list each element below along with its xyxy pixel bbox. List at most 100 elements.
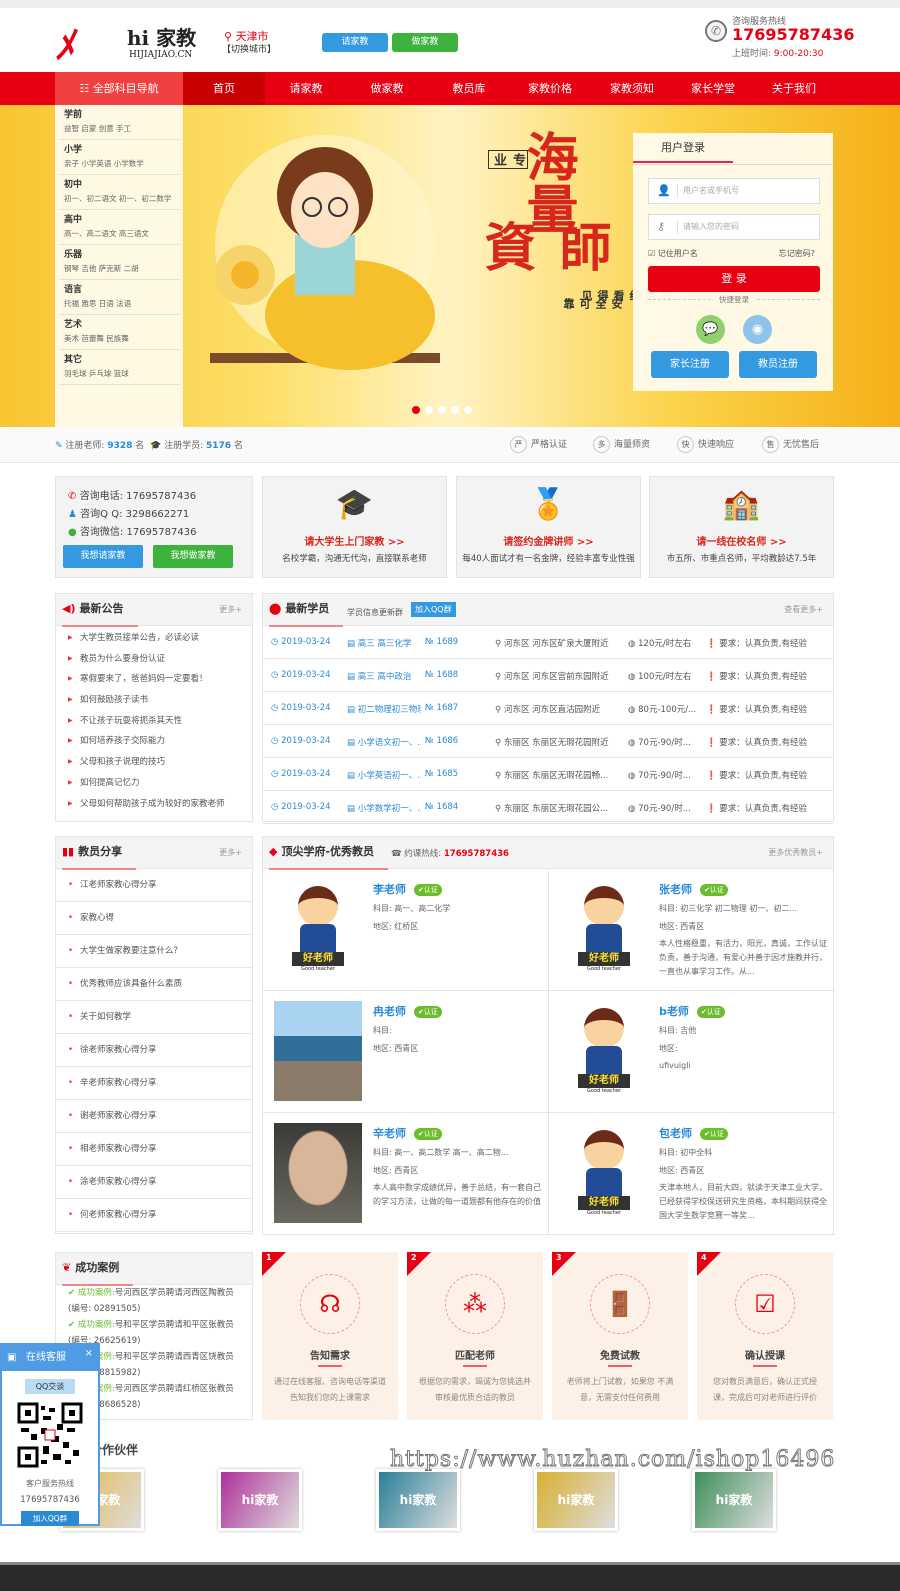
student-row[interactable]: ◷ 2019-03-24 ▤ 初二物理初三物理 № 1687 ⚲ 河东区 河东区直沽园…: [263, 692, 833, 725]
share-item[interactable]: 江老师家教心得分享: [56, 869, 252, 902]
notice-item[interactable]: 如何提高记忆力: [56, 773, 252, 794]
carousel-dot[interactable]: [451, 406, 459, 414]
subject-group-title[interactable]: 初中: [64, 178, 174, 192]
feature-card-students[interactable]: 🎓 请大学生上门家教 >> 名校学霸，沟通无代沟，直接联系老师: [262, 476, 447, 578]
qq-login-icon[interactable]: ◉: [743, 315, 772, 344]
subject-group-title[interactable]: 其它: [64, 353, 174, 367]
subject-group-title[interactable]: 学前: [64, 108, 174, 122]
student-row[interactable]: ◷ 2019-03-24 ▤ 小学数学初一、... № 1684 ⚲ 东丽区 东丽区无…: [263, 791, 833, 824]
share-item[interactable]: 谢老师家教心得分享: [56, 1100, 252, 1133]
notice-item[interactable]: 教员为什么要身份认证: [56, 649, 252, 670]
notice-item[interactable]: 如何鼓励孩子读书: [56, 690, 252, 711]
login-button[interactable]: 登 录: [648, 266, 820, 292]
student-row[interactable]: ◷ 2019-03-24 ▤ 小学语文初一、... № 1686 ⚲ 东丽区 东丽区无…: [263, 725, 833, 758]
student-row[interactable]: ◷ 2019-03-24 ▤ 高三 高中政治 № 1688 ⚲ 河东区 河东区宫前东园…: [263, 659, 833, 692]
notice-item[interactable]: 寒假要来了，爸爸妈妈一定要看！: [56, 669, 252, 690]
share-item[interactable]: 家教心得: [56, 902, 252, 935]
teacher-avatar[interactable]: 好老师 Good teacher: [561, 1001, 647, 1101]
hire-tutor-button[interactable]: 请家教: [322, 33, 388, 52]
share-item[interactable]: 关于如何教学: [56, 1001, 252, 1034]
notice-item[interactable]: 如何培养孩子交际能力: [56, 731, 252, 752]
teacher-name[interactable]: 辛老师: [373, 1127, 406, 1140]
notice-item[interactable]: 不让孩子玩耍将扼杀其天性: [56, 711, 252, 732]
login-tab[interactable]: 用户登录: [633, 133, 733, 163]
site-logo[interactable]: ﾒ hi 家教 HIJIAJIAO.CN: [55, 14, 205, 67]
join-qq-group-button[interactable]: 加入QQ群: [411, 602, 456, 617]
carousel-dot[interactable]: [464, 406, 472, 414]
carousel-dot[interactable]: [412, 406, 420, 414]
remember-checkbox[interactable]: ☑ 记住用户名: [648, 248, 698, 259]
nav-home[interactable]: 首页: [183, 72, 265, 105]
teacher-card[interactable]: 好老师 Good teacher 张老师 ✔认证 科目: 初三化学 初二物理 初一、初二…: [549, 869, 835, 991]
subject-links[interactable]: 美术 芭蕾舞 民族舞: [64, 332, 174, 345]
teacher-card[interactable]: 辛老师 ✔认证 科目: 高一、高二数学 高一、高二物... 地区: 西青区 本人高中数学…: [263, 1113, 549, 1235]
share-item[interactable]: 辛老师家教心得分享: [56, 1067, 252, 1100]
nav-teach[interactable]: 做家教: [346, 72, 428, 105]
subject-links[interactable]: 钢琴 吉他 萨克斯 二胡: [64, 262, 174, 275]
partner-logo[interactable]: hi家教: [692, 1469, 776, 1531]
subject-links[interactable]: 高一、高二语文 高三语文: [64, 227, 174, 240]
partner-logo[interactable]: hi家教: [376, 1469, 460, 1531]
share-item[interactable]: 优秀教师应该具备什么素质: [56, 968, 252, 1001]
students-more-link[interactable]: 查看更多+: [784, 604, 823, 615]
nav-hire[interactable]: 请家教: [265, 72, 347, 105]
nav-about[interactable]: 关于我们: [753, 72, 835, 105]
all-subjects-nav[interactable]: ☷ 全部科目导航: [55, 72, 183, 105]
teacher-card[interactable]: 冉老师 ✔认证 科目: 地区: 西青区: [263, 991, 549, 1113]
notice-more-link[interactable]: 更多+: [219, 604, 242, 615]
become-tutor-button[interactable]: 做家教: [392, 33, 458, 52]
share-item[interactable]: 何老师家教心得分享: [56, 1199, 252, 1232]
subject-links[interactable]: 亲子 小学英语 小学数学: [64, 157, 174, 170]
teacher-avatar[interactable]: 好老师 Good teacher: [275, 879, 361, 979]
subject-group-title[interactable]: 小学: [64, 143, 174, 157]
subject-links[interactable]: 益智 启蒙 创意 手工: [64, 122, 174, 135]
want-hire-button[interactable]: 我想请家教: [63, 545, 143, 568]
partner-logo[interactable]: hi家教: [218, 1469, 302, 1531]
subject-links[interactable]: 托福 雅思 日语 法语: [64, 297, 174, 310]
subject-links[interactable]: 初一、初二语文 初一、初二数学: [64, 192, 174, 205]
teacher-avatar[interactable]: [274, 1001, 362, 1101]
teacher-card[interactable]: 好老师 Good teacher 包老师 ✔认证 科目: 初中全科 地区: 西青区 天津本地…: [549, 1113, 835, 1235]
teacher-register-button[interactable]: 教员注册: [739, 351, 817, 378]
want-teach-button[interactable]: 我想做家教: [153, 545, 233, 568]
close-icon[interactable]: ×: [85, 1341, 93, 1367]
teacher-name[interactable]: 冉老师: [373, 1005, 406, 1018]
nav-notice[interactable]: 家教须知: [591, 72, 673, 105]
parent-register-button[interactable]: 家长注册: [651, 351, 729, 378]
subject-group-title[interactable]: 乐器: [64, 248, 174, 262]
partner-logo[interactable]: hi家教: [534, 1469, 618, 1531]
qq-chat-button[interactable]: QQ交谈: [25, 1379, 75, 1394]
forgot-password-link[interactable]: 忘记密码?: [779, 248, 815, 259]
feature-card-gold[interactable]: 🏅 请签约金牌讲师 >> 每40人面试才有一名金牌，经验丰富专业性强: [456, 476, 641, 578]
share-more-link[interactable]: 更多+: [219, 847, 242, 858]
subject-group-title[interactable]: 艺术: [64, 318, 174, 332]
carousel-dot[interactable]: [425, 406, 433, 414]
teacher-avatar[interactable]: [274, 1123, 362, 1223]
nav-teachers[interactable]: 教员库: [428, 72, 510, 105]
subject-group-title[interactable]: 高中: [64, 213, 174, 227]
wechat-login-icon[interactable]: 💬: [696, 315, 725, 344]
notice-item[interactable]: 大学生教员接单公告，必读必读: [56, 628, 252, 649]
notice-item[interactable]: 父母和孩子说理的技巧: [56, 752, 252, 773]
share-item[interactable]: 相老师家教心得分享: [56, 1133, 252, 1166]
carousel-dot[interactable]: [438, 406, 446, 414]
case-item[interactable]: ✔ 成功案例:号河西区学员聘请河西区陶教员(编号: 02891505): [56, 1285, 252, 1317]
teacher-avatar[interactable]: 好老师 Good teacher: [561, 1123, 647, 1223]
teacher-avatar[interactable]: 好老师 Good teacher: [561, 879, 647, 979]
username-input[interactable]: 👤 用户名或手机号: [648, 178, 820, 204]
teacher-card[interactable]: 好老师 Good teacher 李老师 ✔认证 科目: 高一、高二化学 地区: 红桥区: [263, 869, 549, 991]
subject-links[interactable]: 羽毛球 乒乓球 篮球: [64, 367, 174, 380]
subject-group-title[interactable]: 语言: [64, 283, 174, 297]
notice-item[interactable]: 父母如何帮助孩子成为较好的家教老师: [56, 794, 252, 815]
teachers-more-link[interactable]: 更多优秀教员+: [768, 847, 823, 858]
share-item[interactable]: 大学生做家教要注意什么?: [56, 935, 252, 968]
student-row[interactable]: ◷ 2019-03-24 ▤ 高三 高三化学 № 1689 ⚲ 河东区 河东区矿泉大厦…: [263, 626, 833, 659]
teacher-name[interactable]: 包老师: [659, 1127, 692, 1140]
teacher-name[interactable]: b老师: [659, 1005, 689, 1018]
password-input[interactable]: ⚷ 请输入您的密码: [648, 214, 820, 240]
share-item[interactable]: 徐老师家教心得分享: [56, 1034, 252, 1067]
nav-parents[interactable]: 家长学堂: [672, 72, 754, 105]
switch-city-link[interactable]: 【切换城市】: [222, 42, 276, 55]
teacher-name[interactable]: 张老师: [659, 883, 692, 896]
share-item[interactable]: 涂老师家教心得分享: [56, 1166, 252, 1199]
